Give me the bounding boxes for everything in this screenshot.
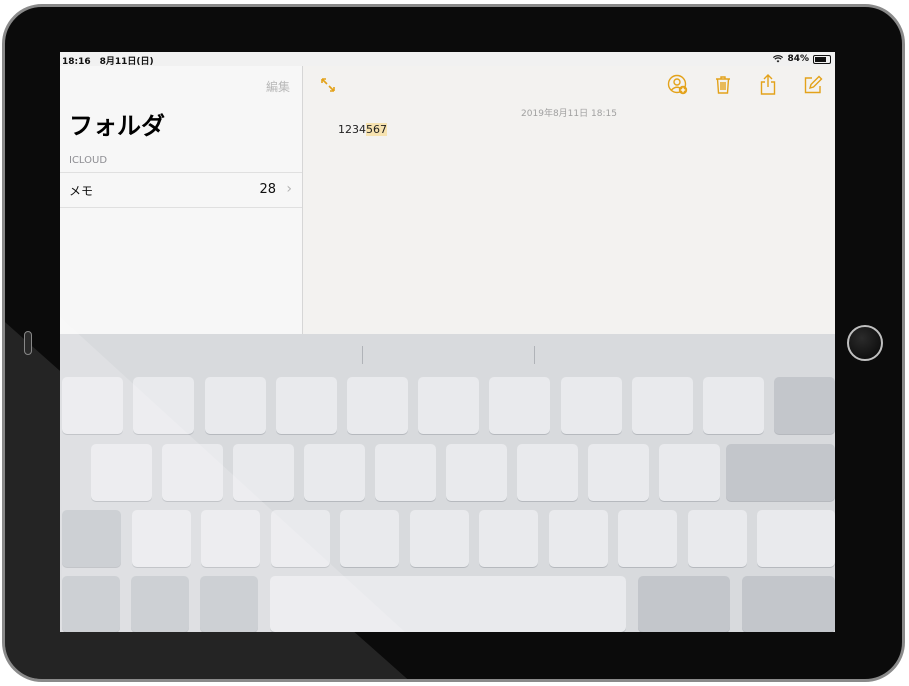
section-label-icloud: ICLOUD bbox=[69, 155, 108, 166]
keyboard-key[interactable] bbox=[703, 377, 764, 434]
keyboard-key[interactable] bbox=[201, 510, 260, 567]
battery-icon bbox=[813, 54, 831, 64]
keyboard-key[interactable] bbox=[410, 510, 469, 567]
keyboard-key[interactable] bbox=[347, 377, 408, 434]
folder-name: メモ bbox=[69, 184, 94, 198]
keyboard-key[interactable] bbox=[233, 444, 294, 501]
side-switch bbox=[24, 331, 32, 355]
keyboard-key[interactable] bbox=[62, 377, 123, 434]
note-text[interactable]: 1234567 bbox=[338, 123, 387, 136]
keyboard-key[interactable] bbox=[271, 510, 330, 567]
keyboard-key[interactable] bbox=[561, 377, 622, 434]
wifi-icon bbox=[773, 55, 784, 63]
space-key[interactable] bbox=[270, 576, 626, 632]
keyboard-key[interactable] bbox=[162, 444, 223, 501]
status-right: 84% bbox=[773, 54, 831, 64]
keyboard-key[interactable] bbox=[588, 444, 649, 501]
keyboard-key[interactable] bbox=[340, 510, 399, 567]
note-date: 2019年8月11日 18:15 bbox=[521, 109, 617, 119]
delete-key[interactable] bbox=[774, 377, 835, 434]
suggestion-divider bbox=[534, 346, 535, 364]
folder-sidebar: 編集 フォルダ ICLOUD メモ 28 › bbox=[60, 66, 303, 334]
add-person-icon[interactable] bbox=[667, 74, 689, 96]
onscreen-keyboard bbox=[60, 334, 835, 632]
keyboard-key[interactable] bbox=[517, 444, 578, 501]
mic-key[interactable] bbox=[200, 576, 258, 632]
keyboard-key[interactable] bbox=[659, 444, 720, 501]
number-mode-key-right[interactable] bbox=[638, 576, 730, 632]
battery-percent: 84% bbox=[787, 54, 809, 64]
keyboard-key[interactable] bbox=[375, 444, 436, 501]
compose-icon[interactable] bbox=[802, 74, 824, 96]
folder-row-notes[interactable]: メモ 28 › bbox=[60, 172, 302, 208]
note-pane: 2019年8月11日 18:15 1234567 bbox=[303, 66, 835, 334]
folder-count: 28 bbox=[259, 182, 276, 197]
trash-icon[interactable] bbox=[712, 74, 734, 96]
keyboard-key[interactable] bbox=[479, 510, 538, 567]
keyboard-key[interactable] bbox=[757, 510, 835, 567]
page-title: フォルダ bbox=[69, 112, 165, 140]
keyboard-key[interactable] bbox=[91, 444, 152, 501]
number-mode-key[interactable] bbox=[62, 576, 120, 632]
keyboard-key[interactable] bbox=[549, 510, 608, 567]
return-key[interactable] bbox=[726, 444, 835, 501]
keyboard-key[interactable] bbox=[489, 377, 550, 434]
keyboard-key[interactable] bbox=[418, 377, 479, 434]
keyboard-key[interactable] bbox=[132, 510, 191, 567]
chevron-right-icon: › bbox=[286, 181, 292, 197]
share-icon[interactable] bbox=[757, 74, 779, 96]
suggestion-divider bbox=[362, 346, 363, 364]
note-text-selected[interactable]: 567 bbox=[366, 123, 387, 136]
keyboard-key[interactable] bbox=[205, 377, 266, 434]
edit-button[interactable]: 編集 bbox=[266, 78, 290, 95]
keyboard-key[interactable] bbox=[632, 377, 693, 434]
shift-key[interactable] bbox=[62, 510, 121, 567]
keyboard-key[interactable] bbox=[304, 444, 365, 501]
keyboard-key[interactable] bbox=[618, 510, 677, 567]
keyboard-key[interactable] bbox=[446, 444, 507, 501]
keyboard-key[interactable] bbox=[133, 377, 194, 434]
hide-keyboard-key[interactable] bbox=[742, 576, 835, 632]
screen: 18:16 8月11日(日) 84% 編集 フォルダ ICLOUD メモ 28 … bbox=[60, 52, 835, 632]
status-bar: 18:16 8月11日(日) 84% bbox=[60, 52, 835, 67]
home-button[interactable] bbox=[847, 325, 883, 361]
keyboard-key[interactable] bbox=[276, 377, 337, 434]
globe-key[interactable] bbox=[131, 576, 189, 632]
note-text-plain: 1234 bbox=[338, 123, 366, 136]
expand-icon[interactable] bbox=[317, 74, 339, 96]
keyboard-key[interactable] bbox=[688, 510, 747, 567]
